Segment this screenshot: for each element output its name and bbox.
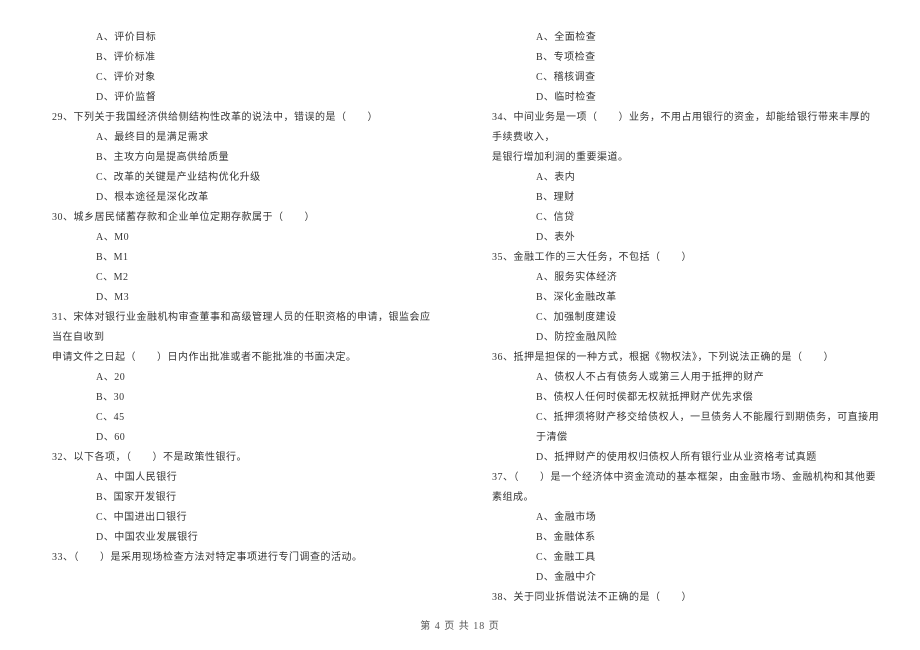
option-text: D、防控金融风险 xyxy=(480,328,880,348)
option-text: C、改革的关键是产业结构优化升级 xyxy=(40,168,440,188)
option-text: B、专项检查 xyxy=(480,48,880,68)
option-text: D、中国农业发展银行 xyxy=(40,528,440,548)
option-text: B、主攻方向是提高供给质量 xyxy=(40,148,440,168)
option-text: A、最终目的是满足需求 xyxy=(40,128,440,148)
option-text: B、理财 xyxy=(480,188,880,208)
question-30: 30、城乡居民储蓄存款和企业单位定期存款属于（ ） xyxy=(40,208,440,228)
option-text: D、抵押财产的使用权归债权人所有银行业从业资格考试真题 xyxy=(480,448,880,468)
option-text: A、债权人不占有债务人或第三人用于抵押的财产 xyxy=(480,368,880,388)
question-35: 35、金融工作的三大任务，不包括（ ） xyxy=(480,248,880,268)
option-text: B、债权人任何时侯都无权就抵押财产优先求偿 xyxy=(480,388,880,408)
question-36: 36、抵押是担保的一种方式，根据《物权法》，下列说法正确的是（ ） xyxy=(480,348,880,368)
option-text: A、表内 xyxy=(480,168,880,188)
option-text: A、中国人民银行 xyxy=(40,468,440,488)
question-32: 32、以下各项，（ ）不是政策性银行。 xyxy=(40,448,440,468)
option-text: A、金融市场 xyxy=(480,508,880,528)
option-text: A、评价目标 xyxy=(40,28,440,48)
question-29: 29、下列关于我国经济供给侧结构性改革的说法中，错误的是（ ） xyxy=(40,108,440,128)
option-text: D、临时检查 xyxy=(480,88,880,108)
option-text: C、M2 xyxy=(40,268,440,288)
option-text: D、评价监督 xyxy=(40,88,440,108)
option-text: C、评价对象 xyxy=(40,68,440,88)
question-37: 37、（ ）是一个经济体中资金流动的基本框架，由金融市场、金融机构和其他要素组成… xyxy=(480,468,880,508)
left-column: A、评价目标 B、评价标准 C、评价对象 D、评价监督 29、下列关于我国经济供… xyxy=(40,28,440,608)
option-text: D、根本途径是深化改革 xyxy=(40,188,440,208)
option-text: D、M3 xyxy=(40,288,440,308)
option-text: A、服务实体经济 xyxy=(480,268,880,288)
option-text: A、20 xyxy=(40,368,440,388)
right-column: A、全面检查 B、专项检查 C、稽核调查 D、临时检查 34、中间业务是一项（ … xyxy=(480,28,880,608)
question-33: 33、（ ）是采用现场检查方法对特定事项进行专门调查的活动。 xyxy=(40,548,440,568)
option-text: D、60 xyxy=(40,428,440,448)
option-text: C、加强制度建设 xyxy=(480,308,880,328)
option-text: C、抵押须将财产移交给债权人，一旦债务人不能履行到期债务，可直接用于清偿 xyxy=(480,408,880,448)
option-text: A、M0 xyxy=(40,228,440,248)
option-text: B、评价标准 xyxy=(40,48,440,68)
option-text: C、稽核调查 xyxy=(480,68,880,88)
question-34: 34、中间业务是一项（ ）业务，不用占用银行的资金，却能给银行带来丰厚的手续费收… xyxy=(480,108,880,148)
option-text: B、深化金融改革 xyxy=(480,288,880,308)
option-text: C、45 xyxy=(40,408,440,428)
option-text: B、30 xyxy=(40,388,440,408)
question-31-cont: 申请文件之日起（ ）日内作出批准或者不能批准的书面决定。 xyxy=(40,348,440,368)
option-text: C、信贷 xyxy=(480,208,880,228)
option-text: A、全面检查 xyxy=(480,28,880,48)
option-text: D、金融中介 xyxy=(480,568,880,588)
option-text: C、金融工具 xyxy=(480,548,880,568)
option-text: B、国家开发银行 xyxy=(40,488,440,508)
page-container: A、评价目标 B、评价标准 C、评价对象 D、评价监督 29、下列关于我国经济供… xyxy=(0,0,920,608)
question-38: 38、关于同业拆借说法不正确的是（ ） xyxy=(480,588,880,608)
option-text: B、M1 xyxy=(40,248,440,268)
option-text: B、金融体系 xyxy=(480,528,880,548)
page-footer: 第 4 页 共 18 页 xyxy=(0,617,920,632)
question-31: 31、宋体对银行业金融机构审查董事和高级管理人员的任职资格的申请，银监会应当在自… xyxy=(40,308,440,348)
question-34-cont: 是银行增加利润的重要渠道。 xyxy=(480,148,880,168)
option-text: C、中国进出口银行 xyxy=(40,508,440,528)
option-text: D、表外 xyxy=(480,228,880,248)
